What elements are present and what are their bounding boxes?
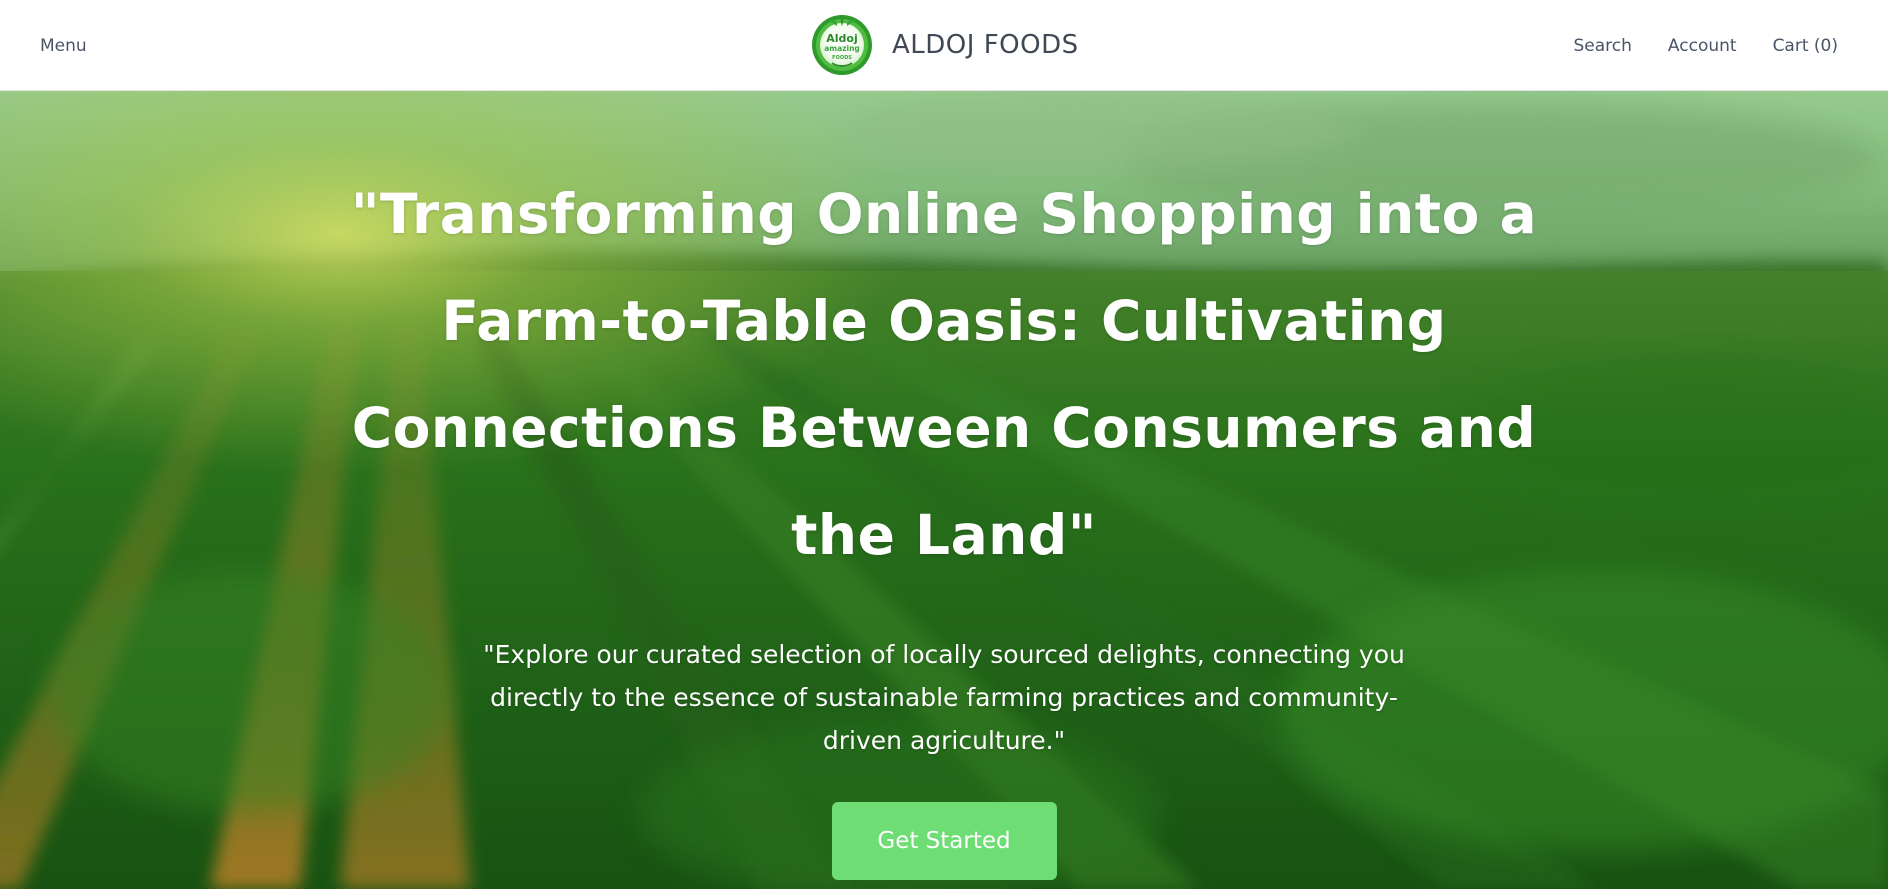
cart-link[interactable]: Cart (0) xyxy=(1773,0,1838,91)
brand-home-link[interactable]: Aldoj amazing FOODS ALDOJ FOODS xyxy=(810,9,1079,81)
header-right-nav: Search Account Cart (0) xyxy=(1574,0,1838,91)
aldoj-logo-icon: Aldoj amazing FOODS xyxy=(812,15,872,75)
hero-title: "Transforming Online Shopping into a Far… xyxy=(350,182,1538,567)
svg-text:FOODS: FOODS xyxy=(832,55,852,61)
get-started-button[interactable]: Get Started xyxy=(831,802,1057,880)
svg-text:amazing: amazing xyxy=(824,44,860,53)
hero-banner: "Transforming Online Shopping into a Far… xyxy=(0,91,1888,889)
search-link[interactable]: Search xyxy=(1574,0,1632,91)
hero-subtitle: "Explore our curated selection of locall… xyxy=(483,640,1405,755)
brand-name: ALDOJ FOODS xyxy=(892,30,1079,60)
hero-content: "Transforming Online Shopping into a Far… xyxy=(0,91,1888,889)
account-link[interactable]: Account xyxy=(1668,0,1737,91)
site-header: Menu Aldoj amazing FOODS ALDOJ FOODS Sea… xyxy=(0,0,1888,91)
menu-link[interactable]: Menu xyxy=(40,0,87,91)
